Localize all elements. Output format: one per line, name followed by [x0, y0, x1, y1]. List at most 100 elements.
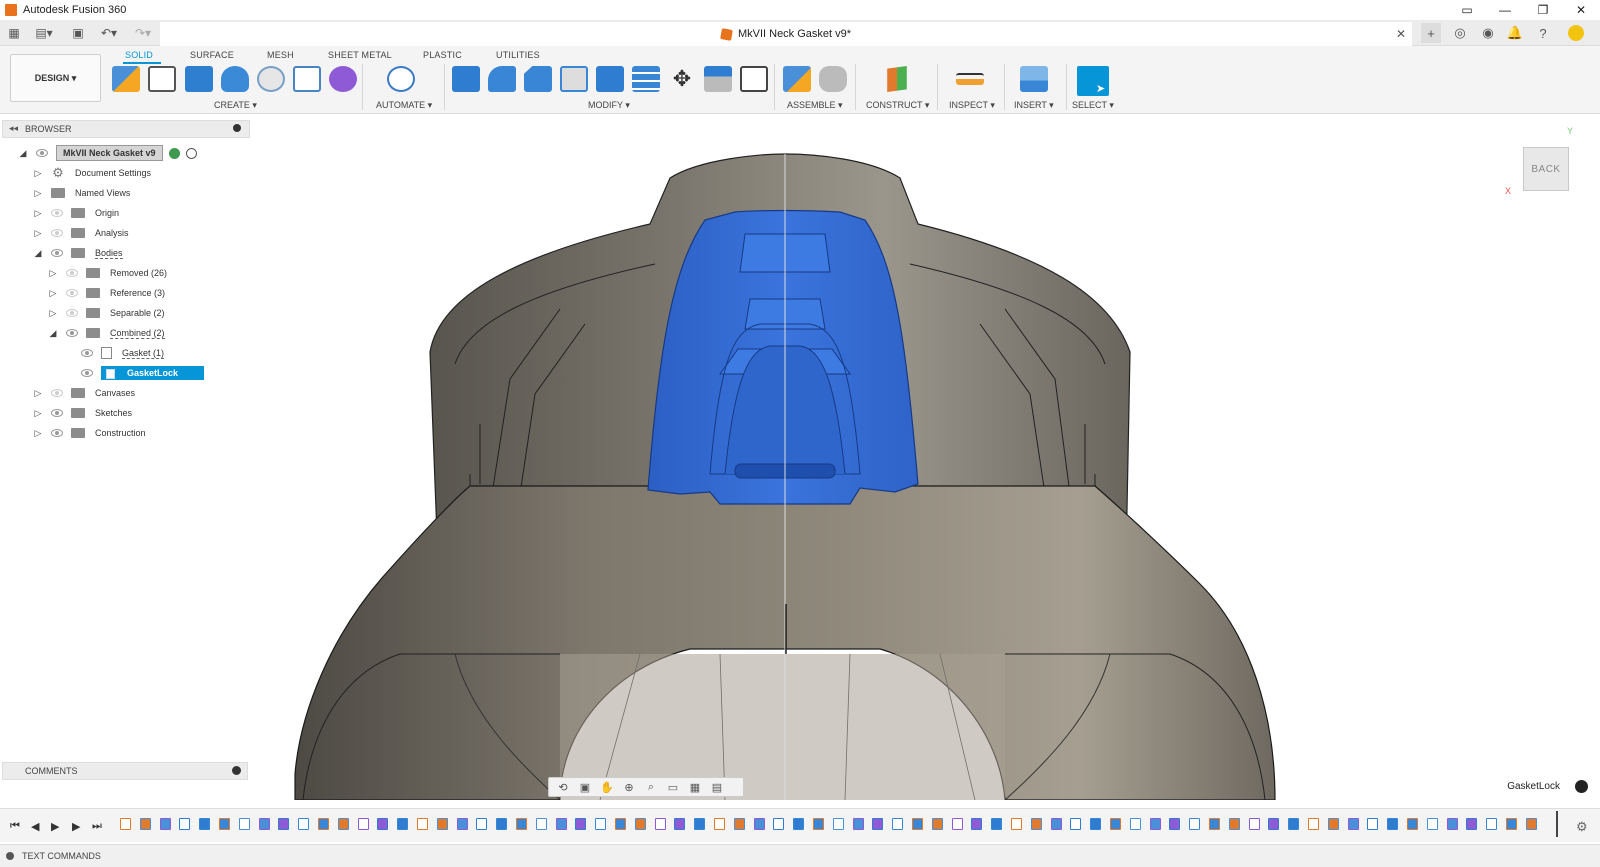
selection-filter-icon[interactable] [1575, 780, 1588, 793]
timeline-feature-icon[interactable] [238, 818, 250, 830]
timeline-feature-icon[interactable] [1387, 818, 1399, 830]
timeline-feature-icon[interactable] [852, 818, 864, 830]
expand-icon[interactable]: ▷ [33, 388, 43, 398]
timeline-feature-icon[interactable] [1347, 818, 1359, 830]
revolve-icon[interactable] [221, 66, 249, 92]
visibility-icon[interactable] [51, 249, 63, 257]
tab-mesh[interactable]: MESH [267, 50, 294, 60]
timeline-feature-icon[interactable] [1149, 818, 1161, 830]
timeline-feature-icon[interactable] [1110, 818, 1121, 830]
model-render[interactable] [0, 114, 1600, 800]
timeline-feature-icon[interactable] [1030, 818, 1042, 830]
browser-item-separable[interactable]: ▷ Separable (2) [48, 304, 165, 322]
combine-icon[interactable] [596, 66, 624, 92]
timeline-track[interactable] [120, 816, 1560, 836]
create-form-icon[interactable] [329, 66, 357, 92]
timeline-feature-icon[interactable] [694, 818, 706, 830]
timeline-feature-icon[interactable] [476, 818, 488, 830]
timeline-feature-icon[interactable] [1446, 818, 1458, 830]
visibility-icon[interactable] [81, 369, 93, 377]
new-tab-icon[interactable]: + [1421, 23, 1441, 43]
text-commands-bar[interactable]: TEXT COMMANDS [0, 844, 1600, 867]
inspect-group-label[interactable]: INSPECT ▾ [949, 100, 995, 111]
timeline-feature-icon[interactable] [892, 818, 904, 830]
timeline-feature-icon[interactable] [753, 818, 765, 830]
workspace-switcher[interactable]: DESIGN ▾ [10, 54, 101, 102]
insert-image-icon[interactable] [1020, 66, 1048, 92]
expand-icon[interactable]: ▷ [33, 408, 43, 418]
shell-icon[interactable] [560, 66, 588, 92]
timeline-feature-icon[interactable] [1011, 818, 1022, 830]
expand-icon[interactable] [6, 852, 14, 860]
minimize-button[interactable]: — [1486, 0, 1524, 20]
visibility-icon[interactable] [51, 389, 63, 397]
job-status-icon[interactable]: ◉ [1478, 23, 1498, 43]
expand-icon[interactable]: ▷ [33, 168, 43, 178]
comments-panel[interactable]: COMMENTS [2, 762, 248, 780]
offset-plane-icon[interactable] [887, 66, 907, 92]
restore-button[interactable]: ❐ [1524, 0, 1562, 20]
timeline-feature-icon[interactable] [318, 818, 329, 830]
browser-item-removed[interactable]: ▷ Removed (26) [48, 264, 167, 282]
pan-icon[interactable]: ✋ [597, 779, 617, 795]
timeline-feature-icon[interactable] [397, 818, 409, 830]
tab-surface[interactable]: SURFACE [190, 50, 234, 60]
close-button[interactable]: ✕ [1562, 0, 1600, 20]
new-component-icon[interactable] [112, 66, 140, 92]
timeline-feature-icon[interactable] [1228, 818, 1240, 830]
timeline-feature-icon[interactable] [832, 818, 844, 830]
timeline-feature-icon[interactable] [555, 818, 567, 830]
timeline-feature-icon[interactable] [456, 818, 468, 830]
play-icon[interactable]: ▶ [51, 820, 59, 833]
browser-root-item[interactable]: ◢ MkVII Neck Gasket v9 [18, 144, 197, 162]
timeline-feature-icon[interactable] [1169, 818, 1181, 830]
tab-plastic[interactable]: PLASTIC [423, 50, 462, 60]
timeline-feature-icon[interactable] [535, 818, 547, 830]
timeline-feature-icon[interactable] [991, 818, 1003, 830]
measure-icon[interactable] [956, 73, 984, 85]
go-to-end-icon[interactable]: ⏭ [92, 820, 102, 833]
pattern-icon[interactable] [293, 66, 321, 92]
visibility-icon[interactable] [66, 269, 78, 277]
timeline-feature-icon[interactable] [337, 818, 349, 830]
timeline-feature-icon[interactable] [1426, 818, 1438, 830]
grid-settings-icon[interactable]: ▦ [685, 779, 705, 795]
browser-item-reference[interactable]: ▷ Reference (3) [48, 284, 165, 302]
display-settings-icon[interactable]: ▭ [663, 779, 683, 795]
browser-item-gasketlock[interactable]: GasketLock [81, 364, 205, 382]
press-pull-icon[interactable] [452, 66, 480, 92]
add-comment-icon[interactable] [232, 766, 241, 775]
create-group-label[interactable]: CREATE ▾ [214, 100, 257, 111]
timeline-feature-icon[interactable] [417, 818, 428, 830]
timeline-feature-icon[interactable] [1070, 818, 1082, 830]
visibility-icon[interactable] [51, 409, 63, 417]
extrude-icon[interactable] [185, 66, 213, 92]
visibility-icon[interactable] [66, 309, 78, 317]
collapse-icon[interactable]: ◂◂ [9, 123, 18, 134]
fit-icon[interactable]: ⌕ [641, 779, 661, 795]
timeline-feature-icon[interactable] [199, 818, 211, 830]
timeline-feature-icon[interactable] [179, 818, 191, 830]
expand-icon[interactable]: ▷ [33, 228, 43, 238]
zoom-icon[interactable]: ⊕ [619, 779, 639, 795]
expand-icon[interactable]: ▷ [33, 428, 43, 438]
help-icon[interactable]: ? [1533, 23, 1553, 43]
timeline-feature-icon[interactable] [793, 818, 805, 830]
scale-icon[interactable] [740, 66, 768, 92]
tab-utilities[interactable]: UTILITIES [496, 50, 540, 60]
timeline-feature-icon[interactable] [298, 818, 310, 830]
chamfer-icon[interactable] [524, 66, 552, 92]
timeline-feature-icon[interactable] [1327, 818, 1339, 830]
split-body-icon[interactable] [704, 66, 732, 92]
expand-icon[interactable]: ▷ [33, 188, 43, 198]
pin-icon[interactable] [233, 124, 241, 132]
undo-icon[interactable]: ↶▾ [96, 24, 122, 42]
grid-menu-icon[interactable]: ▦ [6, 24, 22, 42]
tab-sheet-metal[interactable]: SHEET METAL [328, 50, 392, 60]
timeline-feature-icon[interactable] [674, 818, 686, 830]
timeline-feature-icon[interactable] [1367, 818, 1379, 830]
redo-icon[interactable]: ↷▾ [130, 24, 156, 42]
offset-face-icon[interactable] [632, 66, 660, 92]
timeline-feature-icon[interactable] [1189, 818, 1201, 830]
collapse-icon[interactable]: ◢ [18, 148, 28, 158]
